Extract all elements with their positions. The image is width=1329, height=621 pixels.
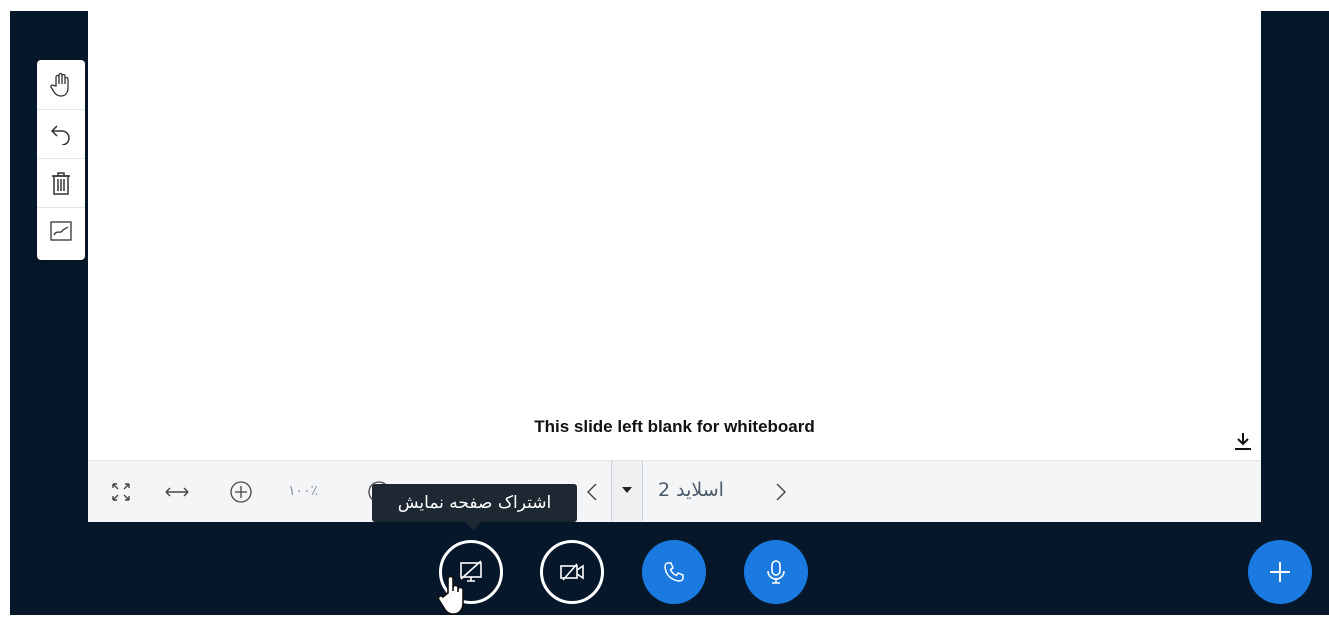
next-slide-icon[interactable] bbox=[767, 479, 793, 505]
download-icon[interactable] bbox=[1233, 431, 1253, 451]
fullscreen-icon[interactable] bbox=[108, 479, 134, 505]
hand-cursor-icon bbox=[437, 573, 468, 621]
meeting-app: This slide left blank for whiteboard ۱۰۰… bbox=[10, 11, 1329, 615]
microphone-button[interactable] bbox=[744, 540, 808, 604]
fit-width-icon[interactable] bbox=[164, 479, 190, 505]
plus-icon bbox=[1270, 562, 1290, 582]
slide-label: اسلاید 2 bbox=[658, 479, 724, 501]
microphone-icon bbox=[767, 560, 785, 584]
undo-button[interactable] bbox=[37, 109, 85, 159]
video-off-icon bbox=[560, 563, 584, 581]
hand-tool-icon bbox=[50, 72, 69, 97]
multi-user-button[interactable] bbox=[37, 207, 85, 256]
actions-plus-button[interactable] bbox=[1248, 540, 1312, 604]
zoom-in-icon[interactable] bbox=[228, 479, 254, 505]
whiteboard-toolbar bbox=[37, 60, 85, 260]
screen-share-tooltip: اشتراک صفحه نمایش bbox=[372, 484, 577, 530]
undo-icon bbox=[50, 125, 70, 145]
chevron-down-icon bbox=[622, 487, 632, 493]
phone-icon bbox=[664, 562, 684, 582]
video-button[interactable] bbox=[540, 540, 604, 604]
whiteboard-chart-icon bbox=[50, 221, 72, 241]
trash-icon bbox=[52, 172, 70, 195]
phone-button[interactable] bbox=[642, 540, 706, 604]
prev-slide-icon[interactable] bbox=[580, 479, 606, 505]
presentation-toolbar: ۱۰۰٪ اسلاید 2 bbox=[88, 460, 1261, 522]
whiteboard-slide[interactable]: This slide left blank for whiteboard bbox=[88, 11, 1261, 460]
hand-tool-button[interactable] bbox=[37, 60, 85, 110]
slide-select-dropdown[interactable] bbox=[611, 461, 643, 521]
zoom-value: ۱۰۰٪ bbox=[288, 483, 319, 499]
clear-all-button[interactable] bbox=[37, 158, 85, 208]
slide-caption: This slide left blank for whiteboard bbox=[534, 417, 815, 436]
